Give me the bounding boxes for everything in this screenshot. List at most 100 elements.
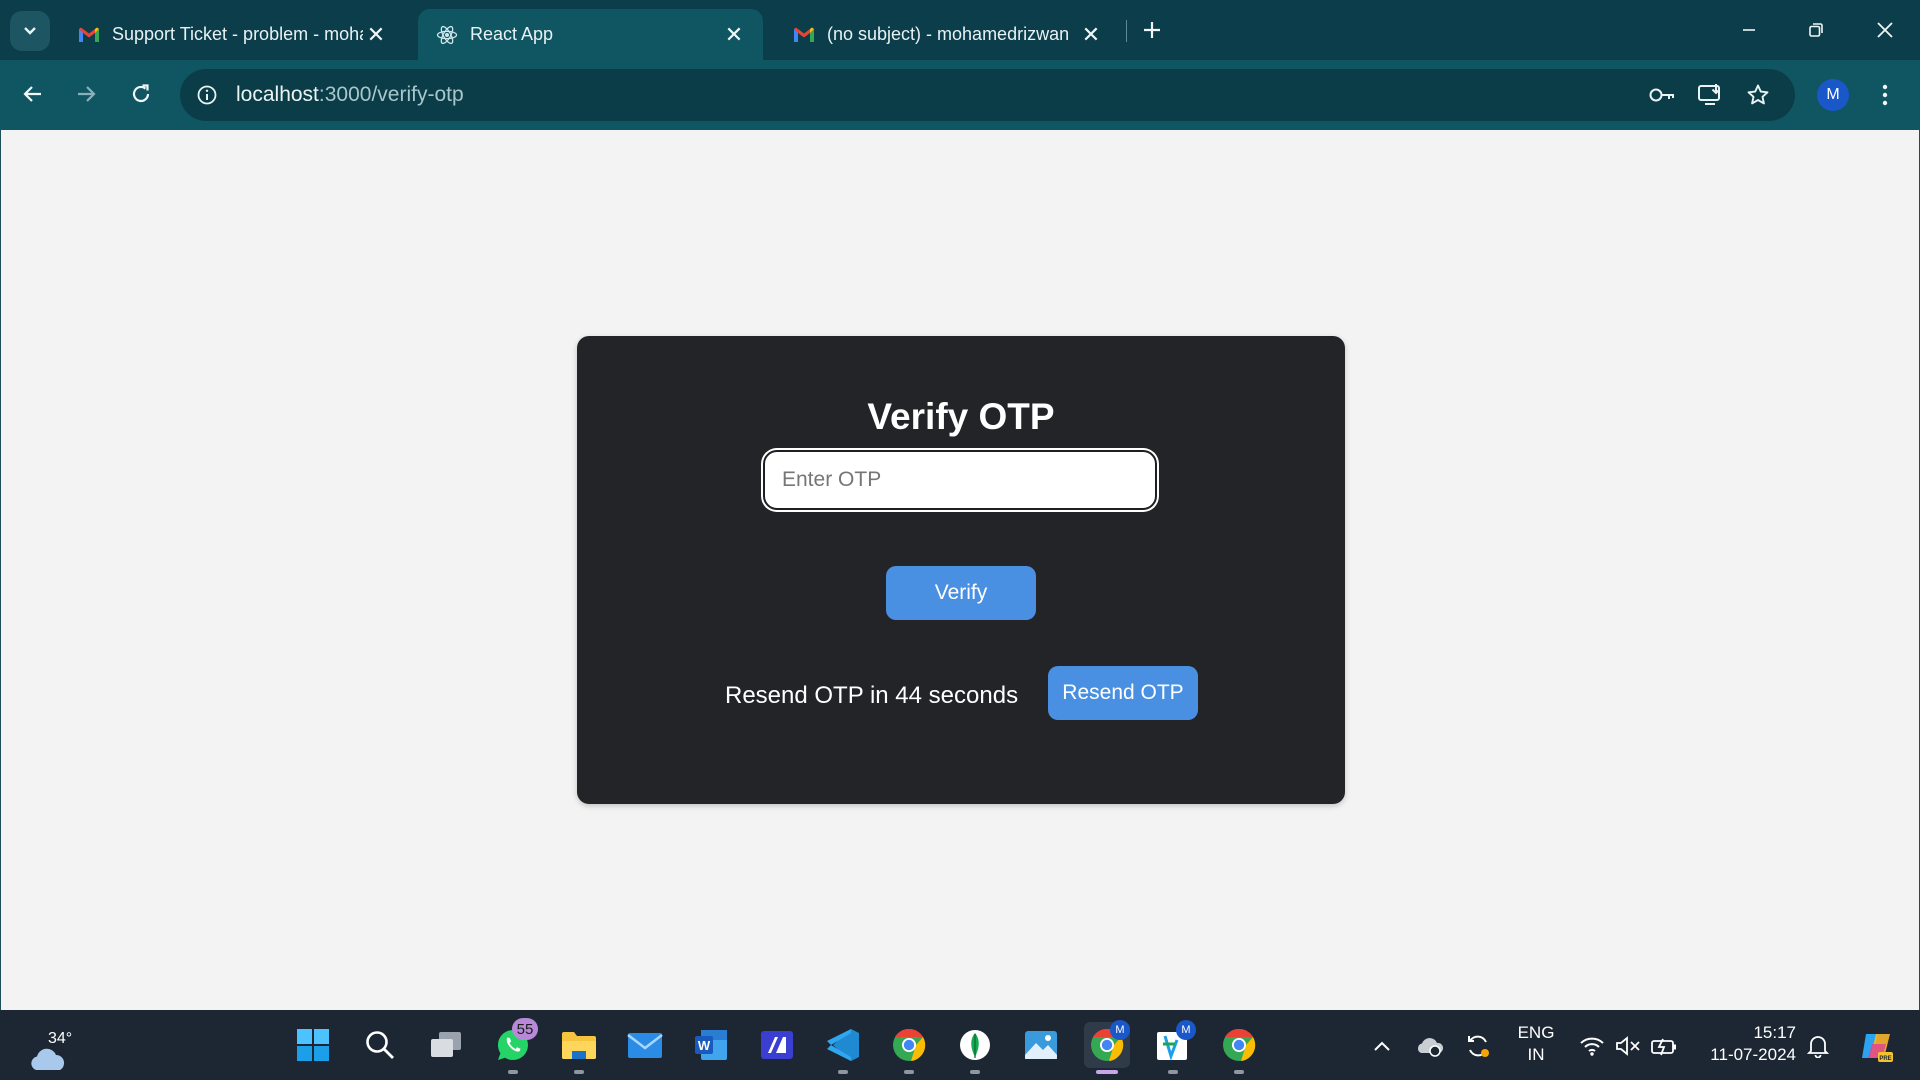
resend-countdown-text: Resend OTP in 44 seconds [725,682,1019,709]
close-icon[interactable]: ✕ [1078,22,1104,48]
windows-icon [297,1029,329,1061]
page-title: Verify OTP [867,396,1055,437]
taskbar-chrome-2[interactable] [1216,1022,1262,1074]
notification-badge: 55 [512,1018,538,1040]
more-menu-icon[interactable] [1870,77,1900,113]
gmail-icon [78,24,100,46]
profile-avatar[interactable]: M [1817,79,1849,111]
plus-icon [1144,22,1160,38]
running-indicator [1168,1070,1178,1074]
profile-badge: M [1110,1020,1130,1040]
taskbar-chrome-active[interactable]: M [1084,1020,1130,1074]
weather-widget[interactable]: 34° [24,1018,74,1074]
tab-title: Support Ticket - problem - mohamedrizwan [112,24,363,44]
mongodb-icon [960,1030,990,1060]
tab-support-ticket[interactable]: Support Ticket - problem - mohamedrizwan… [60,9,405,60]
app-icon [761,1031,793,1059]
onedrive-icon[interactable] [1414,1030,1446,1062]
address-bar[interactable]: localhost:3000/verify-otp [180,69,1795,121]
taskbar-mail[interactable] [622,1022,668,1068]
clock[interactable]: 15:17 11-07-2024 [1700,1022,1796,1066]
vscode-icon [827,1029,859,1061]
taskbar-dev-tool[interactable] [754,1022,800,1068]
taskbar-vscode[interactable] [820,1022,866,1074]
close-window-button[interactable] [1862,10,1908,50]
otp-input[interactable] [763,450,1157,510]
tab-search-button[interactable] [10,11,50,51]
taskbar-mongodb-compass[interactable] [952,1022,998,1074]
minimize-button[interactable] [1726,10,1772,50]
taskbar-file-explorer[interactable] [556,1022,602,1074]
language-indicator[interactable]: ENG IN [1514,1022,1558,1066]
taskbar: 34° 55 W M M ENG IN 15:17 11-07-2024 PRE [0,1010,1920,1080]
mail-icon [627,1033,663,1058]
language-code: ENG [1517,1023,1555,1042]
reload-icon [132,84,150,103]
task-view-button[interactable] [423,1022,469,1068]
profile-badge: M [1176,1020,1196,1040]
verify-otp-card: Verify OTP Verify Resend OTP in 44 secon… [577,336,1345,804]
running-indicator [1096,1070,1118,1074]
chevron-down-icon [24,27,36,35]
copilot-icon[interactable]: PRE [1856,1026,1896,1066]
taskbar-chrome-1[interactable] [886,1022,932,1074]
running-indicator [970,1070,980,1074]
close-icon [1877,22,1893,38]
bookmark-star-icon[interactable] [1743,80,1773,110]
restore-icon [1809,23,1823,37]
taskbar-whatsapp[interactable]: 55 [490,1018,538,1074]
notification-bell-icon[interactable] [1802,1030,1834,1062]
svg-text:PRE: PRE [1879,1056,1891,1062]
arrow-right-icon [78,86,96,102]
install-app-icon[interactable] [1695,80,1725,110]
tab-title: React App [470,24,554,44]
tab-react-app[interactable]: React App ✕ [418,9,763,60]
taskbar-search-button[interactable] [357,1022,403,1068]
browser-tab-strip: Support Ticket - problem - mohamedrizwan… [0,0,1920,60]
volume-muted-icon[interactable] [1612,1030,1644,1062]
running-indicator [838,1070,848,1074]
taskbar-photos[interactable] [1018,1022,1064,1068]
region-code: IN [1527,1045,1545,1064]
reload-button[interactable] [121,74,161,114]
resend-otp-button[interactable]: Resend OTP [1048,666,1198,720]
browser-toolbar: localhost:3000/verify-otp M [0,60,1920,130]
clock-time: 15:17 [1753,1023,1796,1042]
url-text[interactable]: localhost:3000/verify-otp [236,83,464,107]
react-icon [436,24,458,46]
page-viewport: Verify OTP Verify Resend OTP in 44 secon… [0,130,1920,1010]
new-tab-button[interactable] [1136,14,1168,46]
url-path: :3000/verify-otp [318,83,464,106]
restore-button[interactable] [1793,10,1839,50]
taskbar-word[interactable]: W [688,1022,734,1068]
cloud-icon [31,1048,65,1070]
tab-separator [1126,20,1127,42]
folder-icon [562,1032,596,1059]
minimize-icon [1743,29,1755,31]
wifi-icon[interactable] [1576,1030,1608,1062]
tab-title: (no subject) - mohamedrizwan [827,24,1070,44]
forward-button[interactable] [66,74,106,114]
weather-temp: 34° [48,1030,73,1047]
site-info-icon[interactable] [192,80,222,110]
svg-text:W: W [698,1038,711,1053]
battery-icon[interactable] [1648,1030,1680,1062]
running-indicator [904,1070,914,1074]
task-view-icon [431,1032,461,1057]
back-button[interactable] [13,74,53,114]
start-button[interactable] [290,1022,336,1068]
chevron-up-icon[interactable] [1366,1030,1398,1062]
close-icon[interactable]: ✕ [363,22,389,48]
running-indicator [1234,1070,1244,1074]
close-icon[interactable]: ✕ [721,22,747,48]
clock-date: 11-07-2024 [1710,1045,1796,1064]
sync-icon[interactable] [1462,1030,1494,1062]
taskbar-app-window[interactable]: M [1150,1020,1196,1074]
gmail-icon [793,24,815,46]
chrome-icon [1223,1028,1256,1061]
tab-no-subject[interactable]: (no subject) - mohamedrizwan ✕ [775,9,1120,60]
verify-button[interactable]: Verify [886,566,1036,620]
url-host: localhost [236,83,319,106]
running-indicator [508,1070,518,1074]
password-key-icon[interactable] [1647,80,1677,110]
